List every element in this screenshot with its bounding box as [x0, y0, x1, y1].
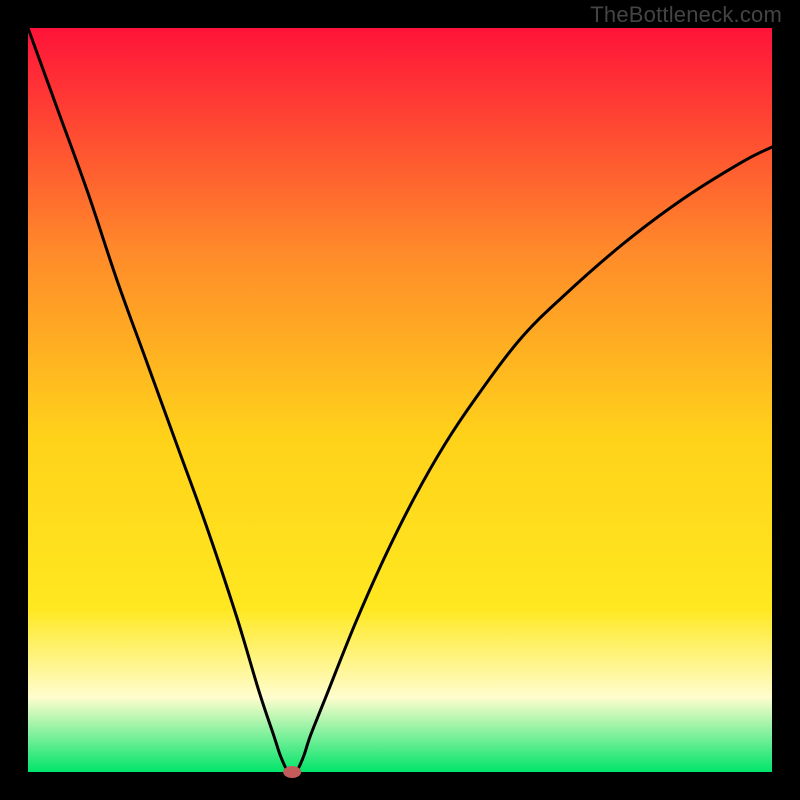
watermark-text: TheBottleneck.com: [590, 2, 782, 28]
minimum-marker: [283, 766, 301, 778]
chart-container: { "watermark": "TheBottleneck.com", "col…: [0, 0, 800, 800]
chart-svg: [0, 0, 800, 800]
plot-background: [28, 28, 772, 772]
